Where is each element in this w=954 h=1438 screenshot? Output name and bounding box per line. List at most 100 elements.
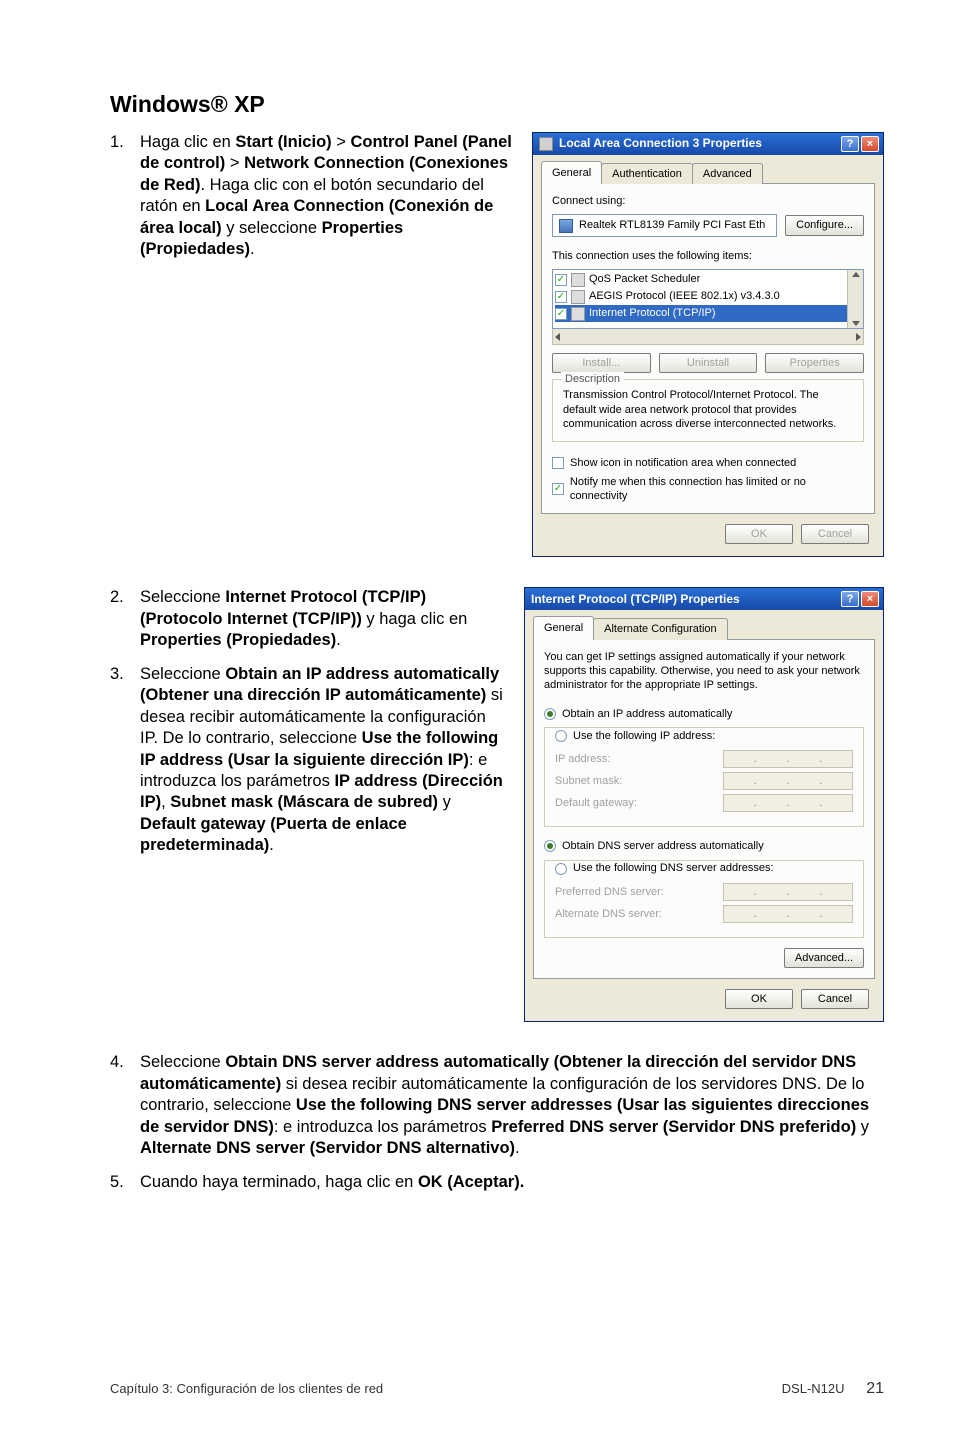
step-number: 4. bbox=[110, 1052, 128, 1159]
titlebar[interactable]: Internet Protocol (TCP/IP) Properties ? … bbox=[525, 588, 883, 610]
text: y bbox=[438, 793, 451, 811]
horizontal-scrollbar[interactable] bbox=[552, 329, 864, 345]
radio-icon[interactable] bbox=[555, 863, 567, 875]
local-area-connection-properties-dialog: Local Area Connection 3 Properties ? × G… bbox=[532, 132, 884, 558]
checkbox-label: Notify me when this connection has limit… bbox=[570, 475, 864, 504]
tab-authentication[interactable]: Authentication bbox=[601, 163, 693, 184]
adapter-field: Realtek RTL8139 Family PCI Fast Eth bbox=[552, 214, 777, 236]
text-bold: Preferred DNS server (Servidor DNS prefe… bbox=[491, 1118, 856, 1136]
text: > bbox=[225, 154, 244, 172]
close-button[interactable]: × bbox=[861, 591, 879, 607]
obtain-dns-auto-radio[interactable]: Obtain DNS server address automatically bbox=[544, 839, 864, 853]
description-text: Transmission Control Protocol/Internet P… bbox=[563, 388, 853, 431]
obtain-ip-auto-radio[interactable]: Obtain an IP address automatically bbox=[544, 707, 864, 721]
footer-model: DSL-N12U bbox=[782, 1381, 845, 1396]
properties-button[interactable]: Properties bbox=[765, 353, 864, 373]
tcpip-properties-dialog: Internet Protocol (TCP/IP) Properties ? … bbox=[524, 587, 884, 1022]
checkbox-icon[interactable]: ✓ bbox=[555, 291, 567, 303]
use-following-dns-fieldset: Use the following DNS server addresses: … bbox=[544, 860, 864, 938]
list-item-label: QoS Packet Scheduler bbox=[589, 272, 700, 286]
radio-label: Obtain DNS server address automatically bbox=[562, 839, 764, 853]
tab-general[interactable]: General bbox=[541, 161, 602, 184]
text-bold: Start (Inicio) bbox=[235, 133, 331, 151]
step-2: 2. Seleccione Internet Protocol (TCP/IP)… bbox=[110, 587, 504, 651]
radio-icon[interactable] bbox=[555, 730, 567, 742]
use-following-ip-fieldset: Use the following IP address: IP address… bbox=[544, 727, 864, 827]
network-adapter-icon bbox=[559, 219, 573, 233]
step-number: 3. bbox=[110, 664, 128, 857]
checkbox-icon[interactable]: ✓ bbox=[555, 274, 567, 286]
text: . bbox=[250, 240, 255, 258]
text: . bbox=[515, 1139, 520, 1157]
footer-chapter: Capítulo 3: Configuración de los cliente… bbox=[110, 1381, 383, 1398]
text: Cuando haya terminado, haga clic en bbox=[140, 1173, 418, 1191]
text: y bbox=[856, 1118, 869, 1136]
connect-using-label: Connect using: bbox=[552, 194, 864, 208]
advanced-button[interactable]: Advanced... bbox=[784, 948, 864, 968]
uninstall-button[interactable]: Uninstall bbox=[659, 353, 758, 373]
window-icon bbox=[539, 137, 553, 151]
list-item[interactable]: ✓ AEGIS Protocol (IEEE 802.1x) v3.4.3.0 bbox=[555, 288, 861, 305]
items-label: This connection uses the following items… bbox=[552, 249, 864, 263]
show-icon-checkbox-row[interactable]: Show icon in notification area when conn… bbox=[552, 456, 864, 470]
window-title: Local Area Connection 3 Properties bbox=[559, 136, 835, 152]
close-button[interactable]: × bbox=[861, 136, 879, 152]
cancel-button[interactable]: Cancel bbox=[801, 524, 869, 544]
ok-button[interactable]: OK bbox=[725, 989, 793, 1009]
page-title: Windows® XP bbox=[110, 90, 884, 120]
help-button[interactable]: ? bbox=[841, 591, 859, 607]
alternate-dns-input: ... bbox=[723, 905, 853, 923]
checkbox-label: Show icon in notification area when conn… bbox=[570, 456, 796, 470]
intro-text: You can get IP settings assigned automat… bbox=[544, 650, 864, 693]
footer-page-number: 21 bbox=[866, 1380, 884, 1397]
scroll-left-icon[interactable] bbox=[555, 333, 560, 341]
checkbox-icon[interactable]: ✓ bbox=[552, 483, 564, 495]
subnet-mask-label: Subnet mask: bbox=[555, 774, 622, 788]
text: . bbox=[269, 836, 274, 854]
list-item-selected[interactable]: ✓ Internet Protocol (TCP/IP) bbox=[555, 305, 861, 322]
preferred-dns-label: Preferred DNS server: bbox=[555, 885, 664, 899]
step-number: 5. bbox=[110, 1172, 128, 1193]
notify-checkbox-row[interactable]: ✓ Notify me when this connection has lim… bbox=[552, 475, 864, 504]
help-button[interactable]: ? bbox=[841, 136, 859, 152]
checkbox-icon[interactable] bbox=[552, 457, 564, 469]
list-item-label: AEGIS Protocol (IEEE 802.1x) v3.4.3.0 bbox=[589, 289, 780, 303]
text: y haga clic en bbox=[362, 610, 467, 628]
step-number: 1. bbox=[110, 132, 128, 261]
connection-items-listbox[interactable]: ✓ QoS Packet Scheduler ✓ AEGIS Protocol … bbox=[552, 269, 864, 329]
radio-label: Use the following IP address: bbox=[573, 729, 715, 743]
scroll-up-icon[interactable] bbox=[852, 272, 860, 277]
scroll-right-icon[interactable] bbox=[856, 333, 861, 341]
radio-icon[interactable] bbox=[544, 708, 556, 720]
tab-general[interactable]: General bbox=[533, 616, 594, 639]
tab-advanced[interactable]: Advanced bbox=[692, 163, 763, 184]
radio-icon[interactable] bbox=[544, 840, 556, 852]
cancel-button[interactable]: Cancel bbox=[801, 989, 869, 1009]
protocol-icon bbox=[571, 290, 585, 304]
ok-button[interactable]: OK bbox=[725, 524, 793, 544]
configure-button[interactable]: Configure... bbox=[785, 215, 864, 235]
text: > bbox=[332, 133, 351, 151]
text-bold: Subnet mask (Máscara de subred) bbox=[170, 793, 438, 811]
preferred-dns-input: ... bbox=[723, 883, 853, 901]
subnet-mask-input: ... bbox=[723, 772, 853, 790]
checkbox-icon[interactable]: ✓ bbox=[555, 308, 567, 320]
description-fieldset: Description Transmission Control Protoco… bbox=[552, 379, 864, 442]
text: Seleccione bbox=[140, 1053, 225, 1071]
list-item[interactable]: ✓ QoS Packet Scheduler bbox=[555, 271, 861, 288]
install-button[interactable]: Install... bbox=[552, 353, 651, 373]
list-item-label: Internet Protocol (TCP/IP) bbox=[589, 306, 716, 320]
use-following-dns-radio[interactable]: Use the following DNS server addresses: bbox=[551, 861, 778, 875]
text: , bbox=[161, 793, 170, 811]
window-title: Internet Protocol (TCP/IP) Properties bbox=[531, 592, 835, 608]
service-icon bbox=[571, 273, 585, 287]
titlebar[interactable]: Local Area Connection 3 Properties ? × bbox=[533, 133, 883, 155]
text-bold: Alternate DNS server (Servidor DNS alter… bbox=[140, 1139, 515, 1157]
tab-alternate-configuration[interactable]: Alternate Configuration bbox=[593, 618, 728, 639]
vertical-scrollbar[interactable] bbox=[847, 270, 863, 328]
protocol-icon bbox=[571, 307, 585, 321]
use-following-ip-radio[interactable]: Use the following IP address: bbox=[551, 729, 719, 743]
text: y seleccione bbox=[222, 219, 322, 237]
scroll-down-icon[interactable] bbox=[852, 321, 860, 326]
text: . bbox=[336, 631, 341, 649]
